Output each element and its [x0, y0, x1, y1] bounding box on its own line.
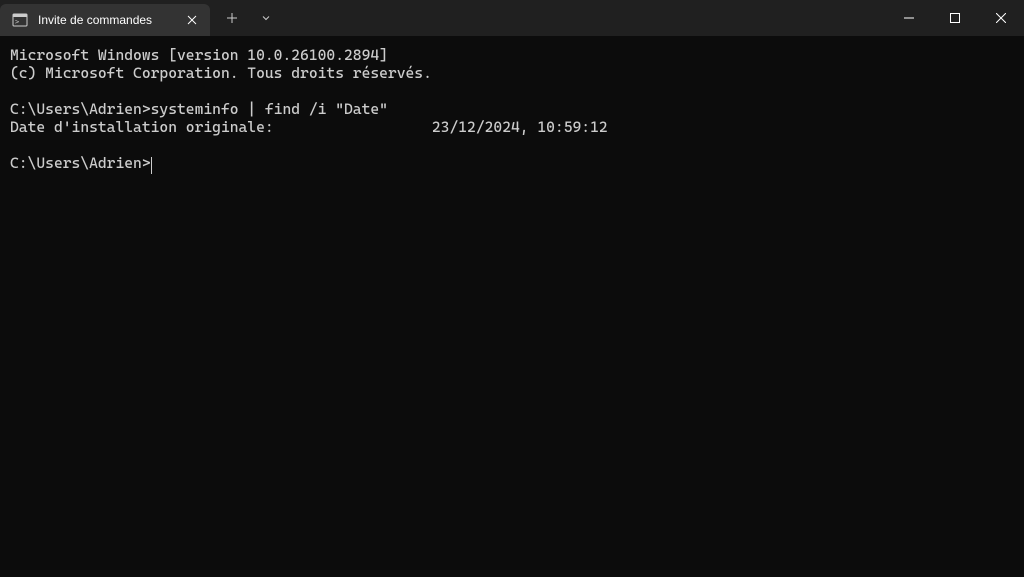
- window-controls: [886, 0, 1024, 36]
- terminal-output-label: Date d'installation originale:: [10, 118, 274, 136]
- cursor: [151, 157, 153, 174]
- new-tab-button[interactable]: [216, 4, 248, 32]
- terminal-output[interactable]: Microsoft Windows [version 10.0.26100.28…: [0, 36, 1024, 182]
- close-icon: [996, 13, 1006, 23]
- minimize-icon: [904, 13, 914, 23]
- chevron-down-icon: [261, 13, 271, 23]
- svg-text:>_: >_: [15, 18, 24, 26]
- terminal-header-line: Microsoft Windows [version 10.0.26100.28…: [10, 46, 388, 64]
- tab-command-prompt[interactable]: >_ Invite de commandes: [0, 4, 210, 36]
- terminal-icon: >_: [12, 12, 28, 28]
- titlebar-drag-area[interactable]: [288, 0, 886, 36]
- close-window-button[interactable]: [978, 0, 1024, 36]
- tab-dropdown-button[interactable]: [250, 4, 282, 32]
- plus-icon: [226, 12, 238, 24]
- terminal-command: systeminfo | find /i "Date": [151, 100, 388, 118]
- tab-close-button[interactable]: [184, 12, 200, 28]
- terminal-prompt: C:\Users\Adrien>: [10, 100, 151, 118]
- tab-title: Invite de commandes: [38, 13, 174, 27]
- tab-actions: [210, 0, 288, 36]
- minimize-button[interactable]: [886, 0, 932, 36]
- maximize-icon: [950, 13, 960, 23]
- terminal-prompt: C:\Users\Adrien>: [10, 154, 151, 172]
- maximize-button[interactable]: [932, 0, 978, 36]
- titlebar: >_ Invite de commandes: [0, 0, 1024, 36]
- close-icon: [187, 15, 197, 25]
- terminal-copyright-line: (c) Microsoft Corporation. Tous droits r…: [10, 64, 432, 82]
- terminal-output-value: 23/12/2024, 10:59:12: [432, 118, 608, 136]
